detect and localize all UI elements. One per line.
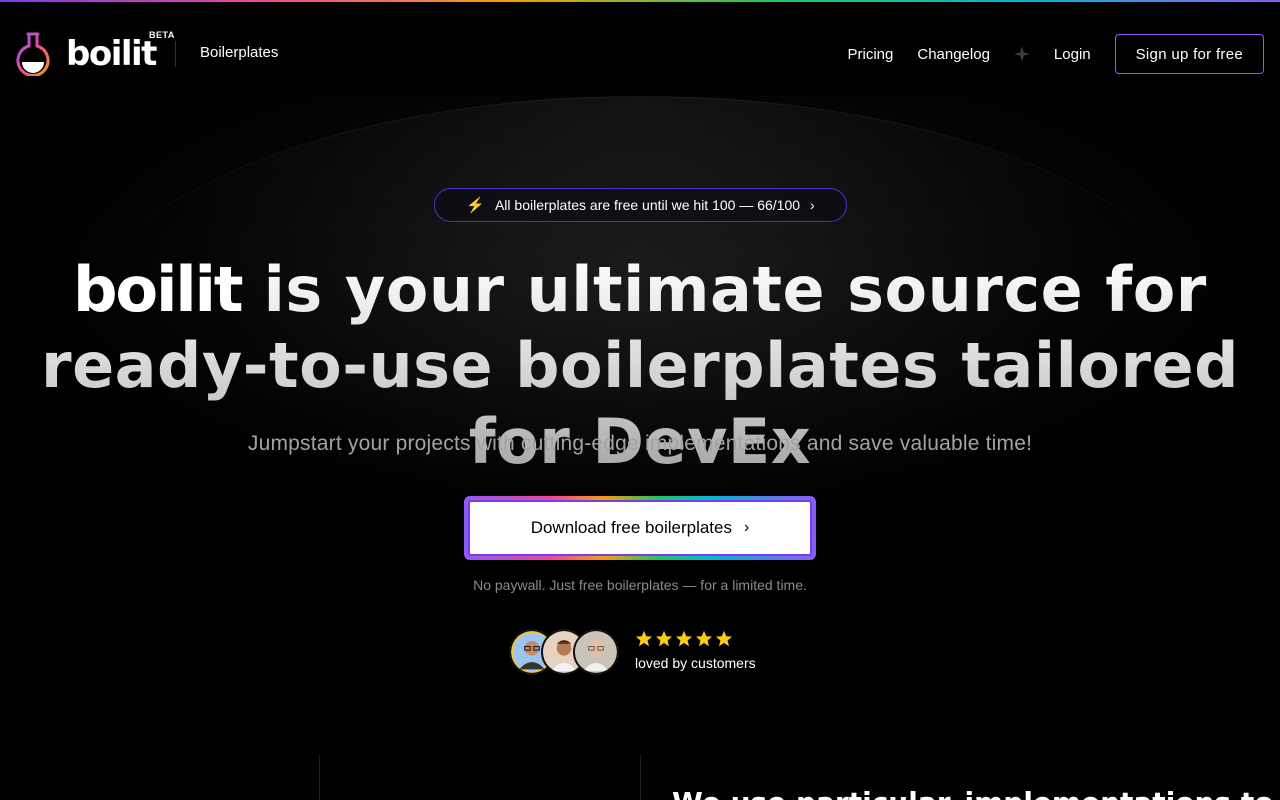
nav-right: Pricing Changelog Login Sign up for free [848,34,1264,74]
nav-pricing[interactable]: Pricing [848,46,894,63]
section-heading: We use particular_implementations to sho… [672,786,1280,800]
star-icon [655,630,673,647]
announcement-text: All boilerplates are free until we hit 1… [494,197,801,213]
chevron-right-icon: › [810,197,815,213]
star-icon [675,630,693,647]
nav-boilerplates[interactable]: Boilerplates [200,44,278,61]
headline-brand: boilit [73,253,243,326]
rating-stars [635,630,735,648]
cta-gradient-border: Download free boilerplates › [464,496,816,560]
loved-by-customers: loved by customers [635,655,756,671]
flask-logo-icon [16,32,50,76]
hero-subtitle: Jumpstart your projects with cutting-edg… [247,432,1033,455]
sparkle-icon [1013,46,1030,62]
customer-avatars [509,629,619,675]
bolt-icon: ⚡ [466,197,485,214]
star-icon [635,630,653,647]
top-gradient-bar [0,0,1280,2]
star-icon [715,630,733,647]
announcement-pill[interactable]: ⚡ All boilerplates are free until we hit… [434,188,847,222]
header-divider [175,41,176,67]
nav-login[interactable]: Login [1054,46,1091,63]
logo[interactable]: boilit BETA [16,30,174,76]
logo-text: boilit [66,34,157,74]
site-header: boilit BETA Boilerplates Pricing Changel… [0,24,1280,84]
no-paywall-note: No paywall. Just free boilerplates — for… [473,577,807,593]
section-divider [319,755,320,800]
avatar [573,629,619,675]
section-divider [640,755,641,800]
cta-label: Download free boilerplates [530,518,732,537]
star-icon [695,630,713,647]
beta-badge: BETA [149,30,175,40]
signup-button[interactable]: Sign up for free [1114,34,1264,74]
download-boilerplates-button[interactable]: Download free boilerplates › [468,500,812,556]
nav-changelog[interactable]: Changelog [917,46,990,63]
chevron-right-icon: › [743,519,750,536]
